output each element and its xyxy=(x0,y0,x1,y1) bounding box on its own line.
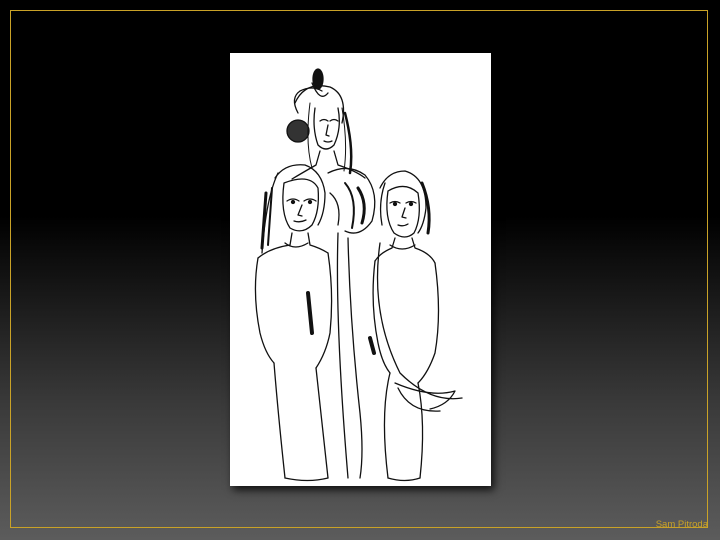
slide: Sam Pitroda xyxy=(0,0,720,540)
three-women-line-drawing xyxy=(254,68,463,482)
artwork-image xyxy=(230,53,491,486)
credit-text: Sam Pitroda xyxy=(655,519,708,530)
